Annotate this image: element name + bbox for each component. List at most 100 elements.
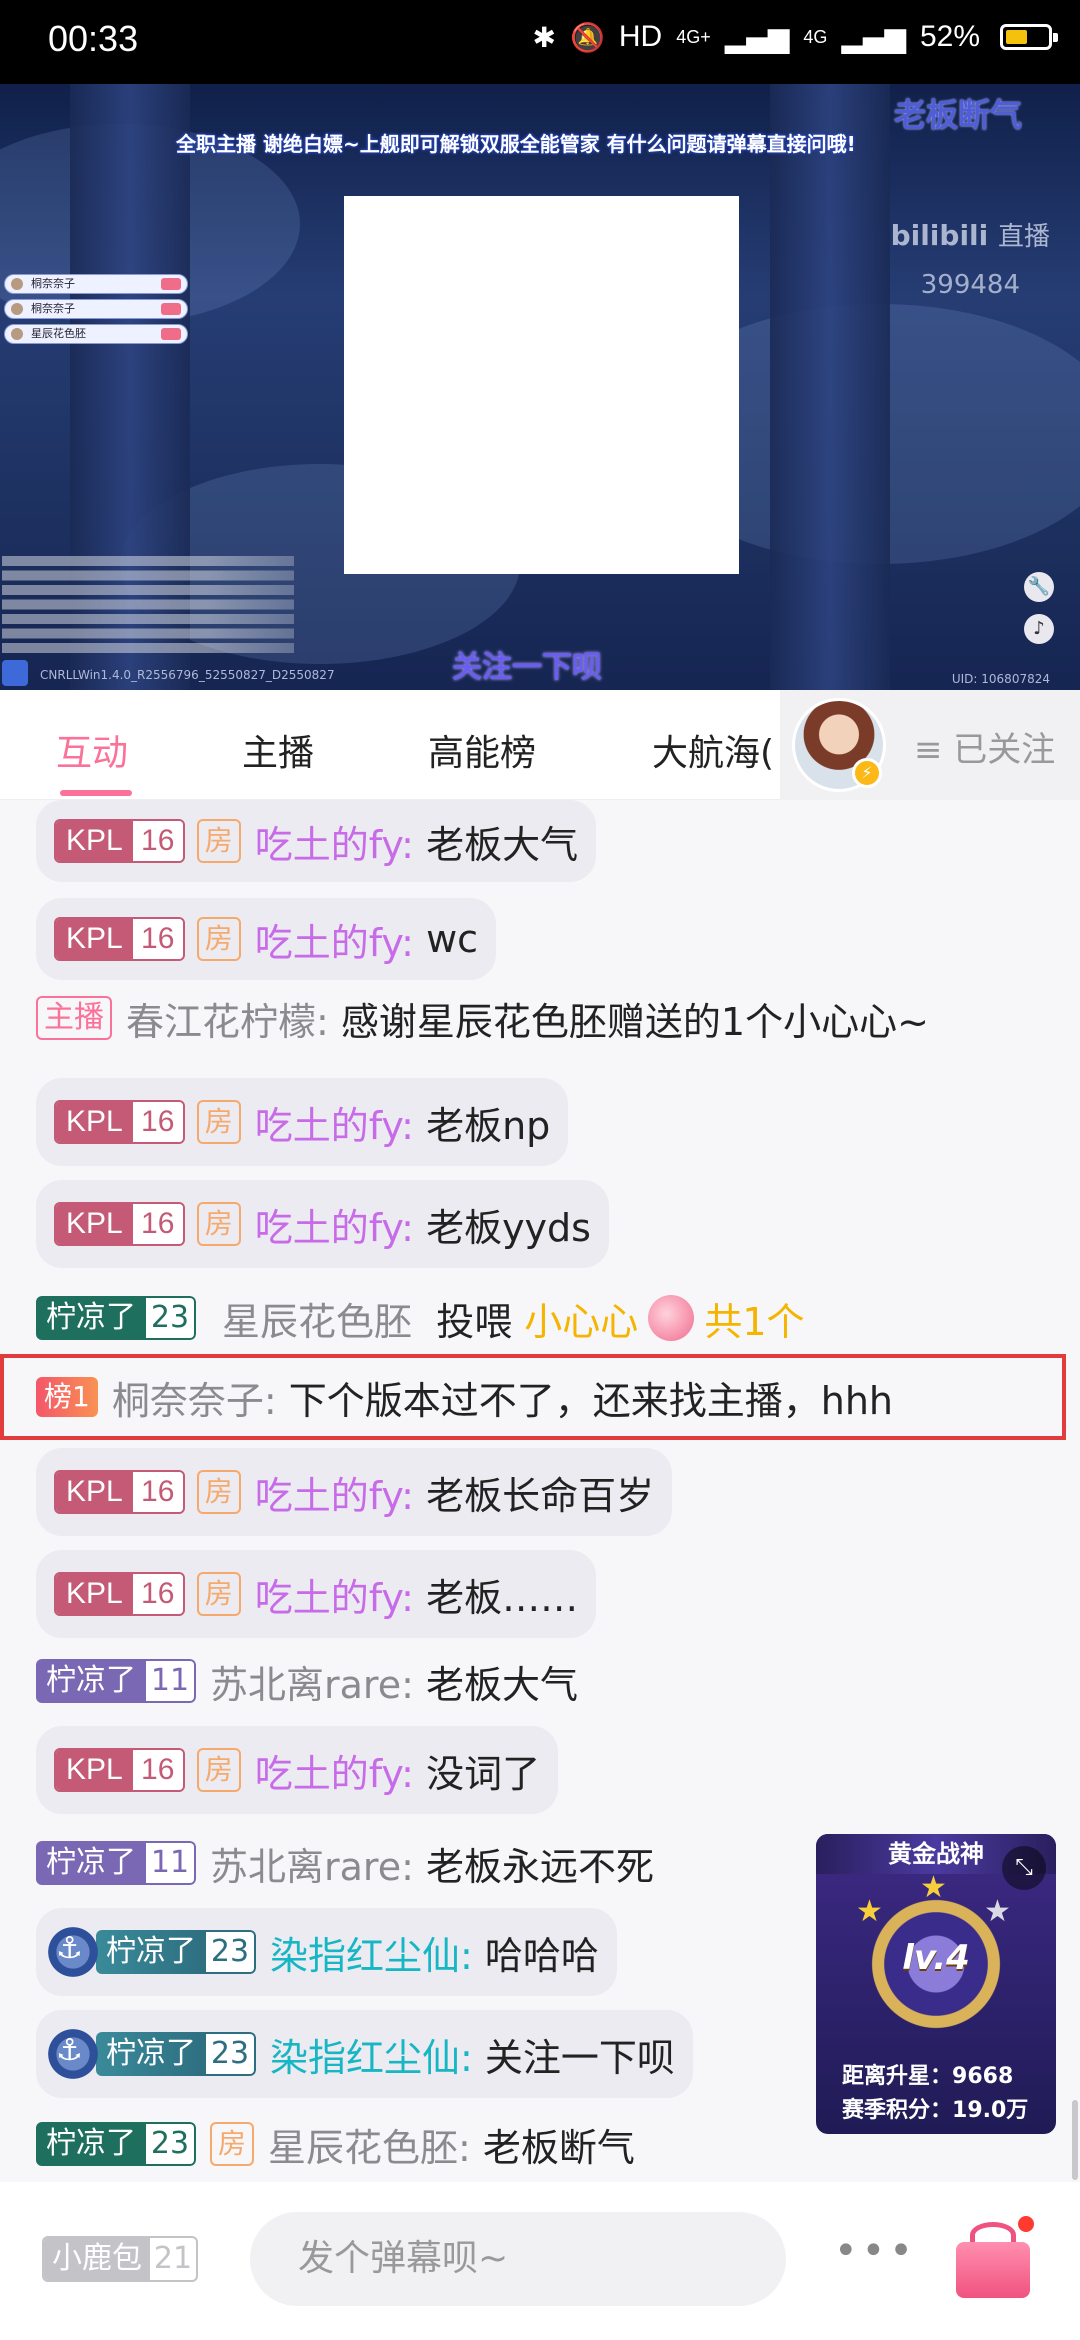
rank-level: lv.4: [902, 1938, 970, 1978]
viewer-count: 399484: [920, 270, 1020, 300]
live-video-player[interactable]: 全职主播 谢绝白嫖~上舰即可解锁双服全能管家 有什么问题请弹幕直接问哦! 老板断…: [0, 84, 1080, 690]
gift-overlay-user: 桐奈奈子: [31, 302, 75, 315]
medal-name: 柠凉了: [36, 1659, 146, 1703]
room-admin-badge: 房: [196, 1470, 241, 1514]
room-admin-badge: 房: [196, 917, 241, 961]
danmaku-input[interactable]: 发个弹幕呗~: [250, 2212, 786, 2306]
gift-icon[interactable]: [950, 2216, 1036, 2302]
logo-text: bilibili: [890, 219, 989, 252]
medal-name: KPL: [56, 919, 133, 959]
chat-message: 柠凉了 11 苏北离rare: 老板永远不死: [36, 1836, 654, 1891]
chat-username[interactable]: 星辰花色胚: [222, 1291, 412, 1346]
fan-medal: 柠凉了 23: [96, 2032, 256, 2076]
room-admin-badge: 房: [196, 819, 241, 863]
medal-level: 21: [153, 2241, 193, 2276]
medal-level: 11: [146, 1841, 196, 1885]
wrench-icon[interactable]: 🔧: [1024, 572, 1054, 602]
stream-notice-text: [2, 556, 294, 656]
fan-medal: KPL 16: [54, 1572, 185, 1616]
fan-medal: KPL 16: [54, 917, 185, 961]
signal-icon: ▂▄▆: [724, 20, 790, 54]
gift-action: 投喂: [436, 1299, 513, 1344]
medal-level: 16: [132, 1472, 183, 1512]
medal-name: KPL: [56, 1574, 133, 1614]
chat-message-highlighted: 榜1 桐奈奈子: 下个版本过不了，还来找主播，hhh: [0, 1354, 1066, 1440]
chat-message: KPL 16 房 吃土的fy: 老板……: [36, 1550, 597, 1638]
chat-username[interactable]: 吃土的fy:: [255, 814, 414, 869]
tab-guard[interactable]: 大航海(: [652, 724, 774, 776]
chat-username[interactable]: 苏北离rare:: [210, 1836, 414, 1891]
active-tab-indicator: [60, 790, 132, 796]
chat-message: KPL 16 房 吃土的fy: 没词了: [36, 1726, 559, 1814]
chat-scrollbar[interactable]: [1072, 2100, 1078, 2180]
rank-card[interactable]: 黄金战神 ⤡ ★ ★ ★ lv.4 距离升星：9668 赛季积分：19.0万: [816, 1834, 1056, 2134]
uid-label: UID: 106807824: [951, 672, 1050, 686]
chat-username[interactable]: 染指红尘仙:: [270, 2027, 473, 2082]
chat-text: 老板大气: [426, 822, 579, 867]
clock: 00:33: [48, 18, 139, 59]
chat-text: wc: [426, 917, 479, 961]
mute-icon: 🔕: [569, 20, 605, 54]
chat-message: 柠凉了 11 苏北离rare: 老板大气: [36, 1654, 578, 1709]
chat-username[interactable]: 桐奈奈子:: [112, 1370, 277, 1425]
collapse-icon[interactable]: ⤡: [1002, 1846, 1046, 1890]
medal-level: 23: [146, 1296, 196, 1340]
fan-medal: KPL 16: [54, 1470, 185, 1514]
host-follow-panel[interactable]: ⚡ ≡ 已关注: [780, 690, 1080, 800]
chat-text: 下个版本过不了，还来找主播，hhh: [288, 1378, 893, 1423]
tab-host[interactable]: 主播: [242, 724, 314, 776]
medal-level: 16: [132, 821, 183, 861]
rank-info: 距离升星：9668 赛季积分：19.0万: [842, 2060, 1028, 2128]
chat-username[interactable]: 苏北离rare:: [210, 1654, 414, 1709]
medal-level: 16: [132, 1750, 183, 1790]
tab-high-energy[interactable]: 高能榜: [428, 724, 536, 776]
chat-username[interactable]: 吃土的fy:: [255, 1465, 414, 1520]
network-label-2: 4G: [803, 26, 828, 47]
chat-username[interactable]: 吃土的fy:: [255, 1095, 414, 1150]
build-info: CNRLLWin1.4.0_R2556796_52550827_D2550827: [40, 668, 335, 682]
medal-name: KPL: [56, 1750, 133, 1790]
chat-text: 哈哈哈: [484, 1933, 599, 1978]
chat-message: KPL 16 房 吃土的fy: 老板yyds: [36, 1180, 609, 1268]
chat-username[interactable]: 星辰花色胚:: [268, 2117, 471, 2172]
chat-message: 柠凉了23 染指红尘仙: 关注一下呗: [36, 2010, 693, 2098]
anchor-icon: [44, 2025, 102, 2083]
chat-message: 柠凉了23 染指红尘仙: 哈哈哈: [36, 1908, 617, 1996]
more-icon[interactable]: •••: [834, 2228, 917, 2274]
chat-username[interactable]: 春江花柠檬:: [126, 991, 329, 1046]
room-admin-badge: 房: [210, 2122, 254, 2166]
battery-percent: 52%: [919, 20, 980, 53]
sound-icon[interactable]: ♪: [1024, 614, 1054, 644]
video-redacted-area: [344, 196, 739, 574]
gift-name: 小心心: [524, 1299, 639, 1344]
chat-username[interactable]: 吃土的fy:: [255, 912, 414, 967]
stream-banner: 全职主播 谢绝白嫖~上舰即可解锁双服全能管家 有什么问题请弹幕直接问哦!: [176, 132, 856, 156]
medal-level: 16: [132, 919, 183, 959]
corner-icon: [2, 660, 28, 686]
gift-message: 柠凉了 23 星辰花色胚 投喂 小心心 共1个: [36, 1288, 805, 1348]
chat-text: 老板断气: [482, 2125, 635, 2170]
chat-text: 老板长命百岁: [426, 1473, 655, 1518]
gift-overlay-badge: [161, 278, 181, 290]
screen: 00:33 ✱ 🔕 HD 4G+ ▂▄▆ 4G ▂▄▆ 52% 全职主播 谢绝白…: [0, 0, 1080, 2340]
medal-name: 柠凉了: [96, 1930, 206, 1974]
tab-interact[interactable]: 互动: [56, 724, 128, 776]
chat-username[interactable]: 吃土的fy:: [255, 1743, 414, 1798]
gift-overlay-item: 桐奈奈子: [4, 299, 188, 319]
logo-suffix: 直播: [997, 222, 1050, 252]
gift-overlay-user: 桐奈奈子: [31, 277, 75, 290]
medal-level: 23: [206, 2032, 256, 2076]
chat-username[interactable]: 吃土的fy:: [255, 1197, 414, 1252]
hd-icon: HD: [618, 20, 663, 53]
chat-username[interactable]: 吃土的fy:: [255, 1567, 414, 1622]
medal-name: 柠凉了: [36, 1841, 146, 1885]
followed-button[interactable]: ≡ 已关注: [914, 722, 1055, 771]
tab-bar: 互动 主播 高能榜 大航海( ⚡ ≡ 已关注: [0, 690, 1080, 800]
medal-level: 16: [132, 1574, 183, 1614]
chat-username[interactable]: 染指红尘仙:: [270, 1925, 473, 1980]
medal-name: KPL: [56, 1102, 133, 1142]
fan-medal: KPL 16: [54, 1748, 185, 1792]
my-fan-medal[interactable]: 小鹿包 21: [42, 2236, 198, 2282]
bluetooth-icon: ✱: [532, 20, 556, 54]
network-label: 4G+: [676, 26, 711, 47]
